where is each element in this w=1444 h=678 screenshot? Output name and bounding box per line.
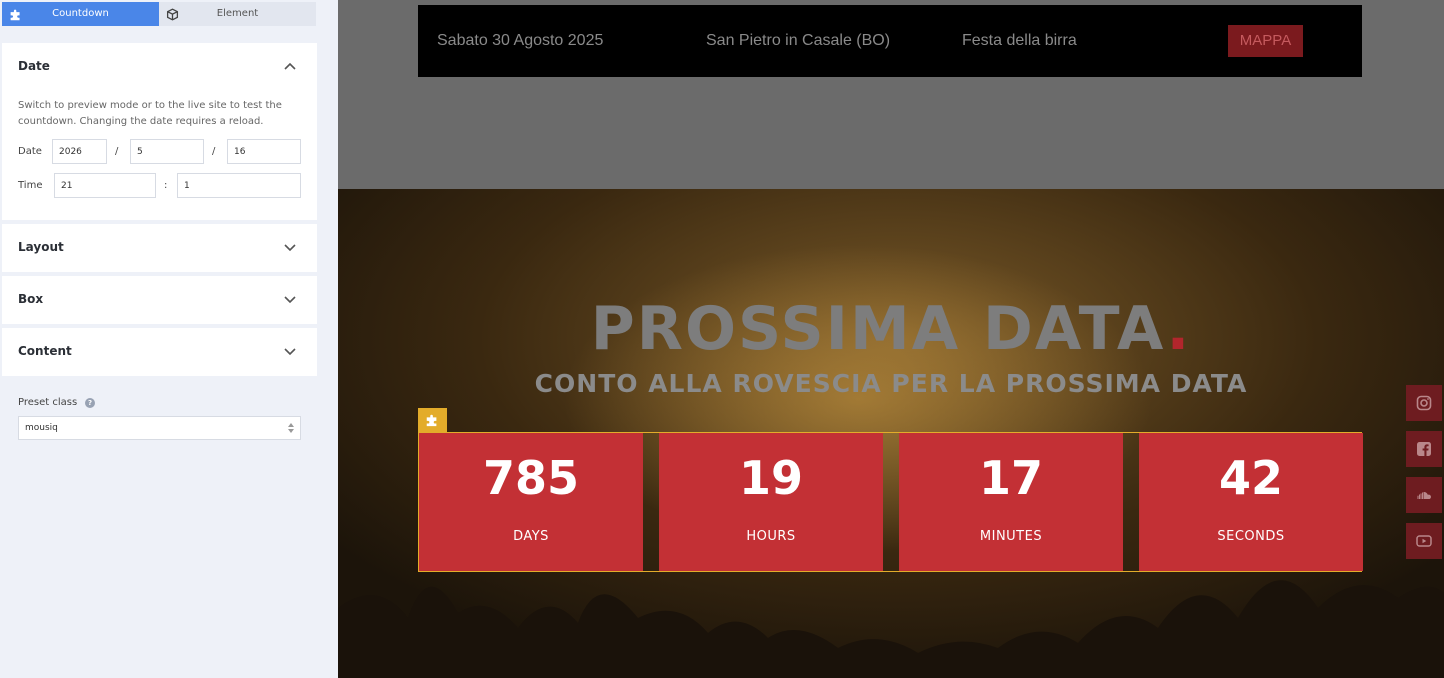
hour-input[interactable] [54,173,156,198]
facebook-icon [1417,442,1431,456]
hero-subtitle: CONTO ALLA ROVESCIA PER LA PROSSIMA DATA [534,369,1248,398]
countdown-seconds-label: SECONDS [1217,529,1285,544]
box-section-title: Box [18,292,44,306]
instagram-link[interactable] [1406,385,1442,421]
map-button[interactable]: MAPPA [1228,25,1303,57]
puzzle-icon [426,414,437,427]
preset-class-label: Preset class [18,397,78,408]
layout-section[interactable]: Layout [2,224,317,272]
countdown-minutes-label: MINUTES [979,529,1043,544]
date-section: Date Switch to preview mode or to the li… [2,43,317,220]
countdown-element-badge[interactable] [418,408,447,432]
soundcloud-link[interactable] [1406,477,1442,513]
instagram-icon [1416,395,1432,411]
settings-panel: Countdown Element Date Switch to preview… [0,0,338,678]
youtube-link[interactable] [1406,523,1442,559]
chevron-down-icon [284,244,296,252]
facebook-link[interactable] [1406,431,1442,467]
countdown-seconds: 42 SECONDS [1139,433,1363,571]
event-location: San Pietro in Casale (BO) [706,32,891,49]
date-separator: / [115,146,119,157]
countdown-days-label: DAYS [513,529,549,544]
site-preview: Sabato 30 Agosto 2025 San Pietro in Casa… [338,0,1444,678]
youtube-icon [1416,535,1432,547]
hero-title: PROSSIMA DATA. [338,294,1444,364]
countdown-minutes: 17 MINUTES [899,433,1123,571]
countdown-hours-label: HOURS [746,529,796,544]
event-bar: Sabato 30 Agosto 2025 San Pietro in Casa… [418,5,1362,77]
tab-element[interactable]: Element [159,2,316,26]
countdown-seconds-value: 42 [1218,451,1283,505]
layout-section-title: Layout [18,240,64,254]
year-input[interactable] [52,139,107,164]
content-section[interactable]: Content [2,328,317,376]
date-label: Date [18,146,42,157]
hero-title-dot: . [1166,294,1192,364]
hero-title-text: PROSSIMA DATA [590,294,1167,364]
date-section-header[interactable]: Date [2,43,317,91]
puzzle-icon [10,9,20,21]
box-section[interactable]: Box [2,276,317,324]
time-label: Time [18,180,43,191]
preset-class-value: mousiq [25,423,58,433]
select-arrows-icon [288,423,294,433]
event-date: Sabato 30 Agosto 2025 [437,32,604,49]
day-input[interactable] [227,139,301,164]
minute-input[interactable] [177,173,301,198]
tab-element-label: Element [216,8,259,19]
countdown-hours: 19 HOURS [659,433,883,571]
chevron-up-icon [284,62,296,70]
panel-tabs: Countdown Element [2,2,316,26]
help-icon[interactable]: ? [85,398,95,408]
cube-icon [166,8,179,21]
chevron-down-icon [284,348,296,356]
countdown-minutes-value: 17 [978,451,1043,505]
countdown-days-value: 785 [482,451,580,505]
soundcloud-icon [1417,491,1431,499]
event-name: Festa della birra [962,32,1077,49]
countdown-widget[interactable]: 785 DAYS 19 HOURS 17 MINUTES 42 SECONDS [418,432,1363,572]
countdown-days: 785 DAYS [419,433,643,571]
chevron-down-icon [284,296,296,304]
tab-countdown-label: Countdown [52,8,109,19]
countdown-hours-value: 19 [738,451,803,505]
time-separator: : [164,180,168,191]
date-section-title: Date [18,59,50,73]
date-description: Switch to preview mode or to the live si… [18,100,282,127]
content-section-title: Content [18,344,72,358]
date-separator-2: / [212,146,216,157]
month-input[interactable] [130,139,204,164]
tab-countdown[interactable]: Countdown [2,2,159,26]
preset-class-select[interactable]: mousiq [18,416,301,440]
